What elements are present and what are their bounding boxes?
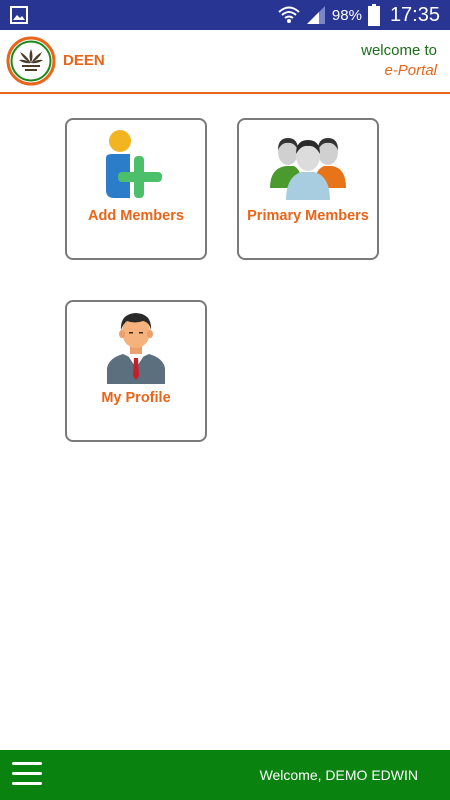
wifi-icon [278, 6, 300, 23]
status-indicators: 98% 17:35 [278, 0, 440, 30]
status-bar: 98% 17:35 [0, 0, 450, 30]
hamburger-menu-icon[interactable] [12, 762, 42, 788]
bottom-bar: Welcome, DEMO EDWIN [0, 750, 450, 800]
primary-members-label: Primary Members [247, 208, 369, 224]
user-welcome-text: Welcome, DEMO EDWIN [259, 767, 418, 783]
brand-name: DEEN [63, 52, 105, 69]
welcome-text: welcome to [361, 42, 437, 59]
battery-percent: 98% [331, 6, 362, 24]
profile-avatar-icon [107, 313, 165, 384]
clock-time: 17:35 [389, 3, 440, 26]
battery-icon [367, 4, 380, 26]
add-member-icon [106, 130, 162, 198]
lotus-logo-icon [6, 36, 56, 86]
my-profile-label: My Profile [101, 390, 171, 406]
gallery-icon [10, 6, 28, 24]
add-members-tile[interactable]: Add Members [65, 118, 207, 260]
my-profile-tile[interactable]: My Profile [65, 300, 207, 442]
portal-name: e-Portal [384, 62, 437, 79]
header-divider [0, 92, 450, 94]
group-members-icon [270, 138, 346, 200]
add-members-label: Add Members [88, 208, 184, 224]
signal-icon [306, 6, 325, 24]
primary-members-tile[interactable]: Primary Members [237, 118, 379, 260]
